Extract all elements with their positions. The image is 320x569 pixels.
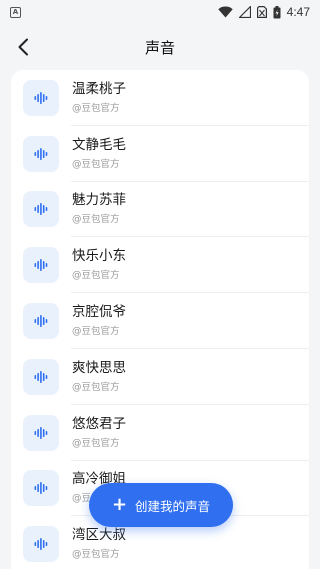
top-bar: 声音 <box>0 24 320 70</box>
plus-icon: + <box>111 494 128 515</box>
waveform-icon <box>23 79 59 116</box>
waveform-icon <box>23 247 59 284</box>
voice-source: @豆包官方 <box>72 214 120 226</box>
voice-source: @豆包官方 <box>72 102 120 114</box>
wifi-icon <box>217 6 233 18</box>
chevron-left-icon <box>18 38 28 56</box>
battery-icon <box>273 5 281 18</box>
voice-item[interactable]: 文静毛毛 @豆包官方 <box>11 126 309 182</box>
waveform-icon <box>23 303 59 340</box>
waveform-icon <box>23 135 59 172</box>
create-my-voice-label: 创建我的声音 <box>135 498 211 514</box>
voice-item[interactable]: 悠悠君子 @豆包官方 <box>11 405 309 461</box>
clock: 4:47 <box>286 5 310 19</box>
app-notification-icon: A <box>10 6 21 18</box>
voice-name: 京腔侃爷 <box>72 304 126 321</box>
waveform-icon <box>23 526 59 563</box>
waveform-icon <box>23 470 59 507</box>
sim-icon <box>256 6 267 18</box>
create-my-voice-button[interactable]: + 创建我的声音 <box>89 483 233 527</box>
page-title: 声音 <box>144 38 175 57</box>
status-bar: A 4:47 <box>0 0 320 24</box>
back-button[interactable] <box>10 34 36 60</box>
voice-name: 湾区大叔 <box>72 527 126 544</box>
voice-source: @豆包官方 <box>72 381 120 393</box>
voice-name: 快乐小东 <box>72 248 126 265</box>
voice-source: @豆包官方 <box>72 270 120 282</box>
waveform-icon <box>23 191 59 228</box>
voice-item[interactable]: 爽快思思 @豆包官方 <box>11 349 309 405</box>
voice-name: 温柔桃子 <box>72 80 126 97</box>
voice-name: 魅力苏菲 <box>72 192 126 209</box>
voice-source: @豆包官方 <box>72 549 120 561</box>
waveform-icon <box>23 414 59 451</box>
voice-item[interactable]: 京腔侃爷 @豆包官方 <box>11 293 309 349</box>
voice-name: 爽快思思 <box>72 359 126 376</box>
voice-item[interactable]: 温柔桃子 @豆包官方 <box>11 70 309 126</box>
waveform-icon <box>23 358 59 395</box>
voice-name: 悠悠君子 <box>72 415 126 432</box>
signal-icon <box>238 6 251 18</box>
voice-item[interactable]: 快乐小东 @豆包官方 <box>11 237 309 293</box>
voice-source: @豆包官方 <box>72 437 120 449</box>
voice-source: @豆包官方 <box>72 158 120 170</box>
voice-name: 文静毛毛 <box>72 136 126 153</box>
voice-source: @豆包官方 <box>72 326 120 338</box>
voice-item[interactable]: 魅力苏菲 @豆包官方 <box>11 182 309 238</box>
